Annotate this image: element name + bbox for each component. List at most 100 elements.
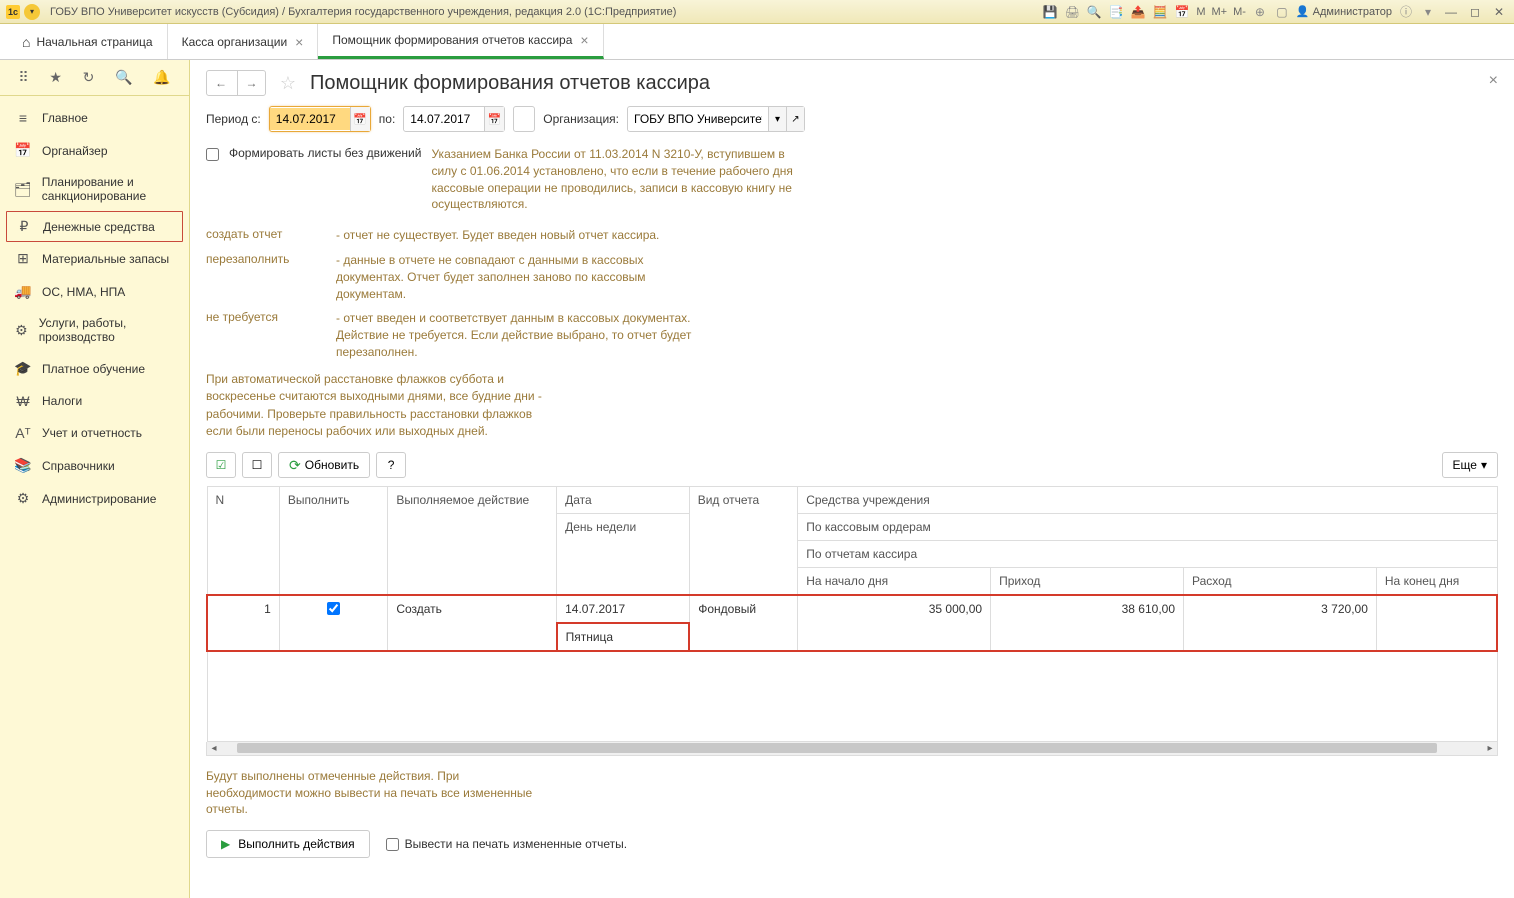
table-row[interactable]: 1 Создать 14.07.2017 Фондовый 35 000,00 … <box>207 595 1497 623</box>
print-changed-check[interactable]: Вывести на печать измененные отчеты. <box>386 837 627 851</box>
save-icon[interactable]: 💾 <box>1042 4 1058 20</box>
star-icon[interactable]: ★ <box>49 69 62 86</box>
graduation-icon: 🎓 <box>14 360 32 377</box>
run-actions-button[interactable]: ▶ Выполнить действия <box>206 830 370 858</box>
history-icon[interactable]: ↻ <box>83 69 95 86</box>
sidebar-item-catalogs[interactable]: 📚 Справочники <box>0 449 189 482</box>
memory-m-minus[interactable]: M- <box>1233 6 1246 18</box>
legend-value: - отчет введен и соответствует данным в … <box>336 310 706 360</box>
user-icon: 👤 <box>1296 5 1310 18</box>
cell-exec[interactable] <box>279 595 388 651</box>
print-changed-checkbox[interactable] <box>386 838 399 851</box>
bell-icon[interactable]: 🔔 <box>153 69 170 86</box>
app-menu-dropdown[interactable]: ▾ <box>24 4 40 20</box>
legend-value: - отчет не существует. Будет введен новы… <box>336 227 659 244</box>
period-to-input[interactable] <box>404 108 484 130</box>
col-n: N <box>207 487 279 596</box>
cell-n: 1 <box>207 595 279 651</box>
cell-income: 38 610,00 <box>991 595 1184 651</box>
dropdown-button[interactable]: ▾ <box>768 107 786 131</box>
close-icon[interactable]: × <box>295 34 303 50</box>
calendar-button[interactable]: 📅 <box>484 107 504 131</box>
sidebar-item-label: Справочники <box>42 459 115 473</box>
sidebar-item-label: Услуги, работы, производство <box>39 316 175 344</box>
search-icon[interactable]: 🔍 <box>115 69 132 86</box>
refresh-button[interactable]: ⟳ Обновить <box>278 452 370 478</box>
close-window-button[interactable]: ✕ <box>1490 4 1508 20</box>
tab-home[interactable]: ⌂ Начальная страница <box>8 24 168 59</box>
nav-buttons: ← → <box>206 70 266 96</box>
calendar-icon[interactable]: 📅 <box>1174 4 1190 20</box>
sidebar-item-materials[interactable]: ⊞ Материальные запасы <box>0 242 189 275</box>
sidebar-item-education[interactable]: 🎓 Платное обучение <box>0 352 189 385</box>
cell-action: Создать <box>388 595 557 651</box>
period-from-input[interactable] <box>270 108 350 130</box>
sidebar-item-organizer[interactable]: 📅 Органайзер <box>0 134 189 167</box>
sidebar-item-planning[interactable]: 🗂 Планирование и санкционирование <box>0 167 189 211</box>
period-picker-button[interactable] <box>513 106 535 132</box>
maximize-button[interactable]: ◻ <box>1466 4 1484 20</box>
col-type: Вид отчета <box>689 487 798 596</box>
sidebar-item-label: Материальные запасы <box>42 252 169 266</box>
close-icon[interactable]: × <box>580 32 588 48</box>
org-input[interactable] <box>628 108 768 130</box>
print-icon[interactable]: 🖨 <box>1064 4 1080 20</box>
sidebar-item-services[interactable]: ⚙ Услуги, работы, производство <box>0 308 189 352</box>
panel-icon[interactable]: ▢ <box>1274 4 1290 20</box>
period-to-field[interactable]: 📅 <box>403 106 505 132</box>
col-by-reports: По отчетам кассира <box>798 541 1497 568</box>
scroll-left-icon[interactable]: ◂ <box>207 743 221 754</box>
sidebar-item-money[interactable]: ₽ Денежные средства <box>6 211 183 242</box>
calendar-button[interactable]: 📅 <box>350 107 370 131</box>
sidebar-item-main[interactable]: ≡ Главное <box>0 102 189 134</box>
sidebar-item-label: Органайзер <box>42 144 108 158</box>
period-from-field[interactable]: 📅 <box>269 106 371 132</box>
window-title: ГОБУ ВПО Университет искусств (Субсидия)… <box>50 6 676 18</box>
footer-note: Будут выполнены отмеченные действия. При… <box>206 768 546 818</box>
memory-m[interactable]: M <box>1196 6 1205 18</box>
play-icon: ▶ <box>221 837 230 851</box>
info-dropdown-icon[interactable]: ▾ <box>1420 4 1436 20</box>
help-button[interactable]: ? <box>376 452 406 478</box>
truck-icon: 🚚 <box>14 283 32 300</box>
grid-icon: ⊞ <box>14 250 32 267</box>
scroll-right-icon[interactable]: ▸ <box>1483 743 1497 754</box>
legend-key: перезаполнить <box>206 252 316 302</box>
minimize-button[interactable]: — <box>1442 4 1460 20</box>
uncheck-all-button[interactable]: ☐ <box>242 452 272 478</box>
compare-icon[interactable]: 📑 <box>1108 4 1124 20</box>
scroll-thumb[interactable] <box>237 743 1437 753</box>
export-icon[interactable]: 📤 <box>1130 4 1146 20</box>
calc-icon[interactable]: 🧮 <box>1152 4 1168 20</box>
user-name: Администратор <box>1313 6 1392 18</box>
check-all-button[interactable]: ☑ <box>206 452 236 478</box>
sidebar-item-assets[interactable]: 🚚 ОС, НМА, НПА <box>0 275 189 308</box>
horizontal-scrollbar[interactable]: ◂ ▸ <box>206 742 1498 756</box>
row-checkbox[interactable] <box>327 602 340 615</box>
tab-cash-org[interactable]: Касса организации × <box>168 24 319 59</box>
org-select[interactable]: ▾ ↗ <box>627 106 805 132</box>
sidebar-item-admin[interactable]: ⚙ Администрирование <box>0 482 189 515</box>
apps-icon[interactable]: ⠿ <box>18 69 28 86</box>
favorite-button[interactable]: ☆ <box>276 71 300 95</box>
content-area: × ← → ☆ Помощник формирования отчетов ка… <box>190 60 1514 898</box>
sidebar-item-accounting[interactable]: Aᵀ Учет и отчетность <box>0 417 189 449</box>
home-icon: ⌂ <box>22 34 30 50</box>
col-end: На конец дня <box>1376 568 1497 596</box>
user-badge[interactable]: 👤 Администратор <box>1296 5 1392 18</box>
form-sheets-checkbox[interactable] <box>206 148 219 161</box>
info-icon[interactable]: ⓘ <box>1398 4 1414 20</box>
open-button[interactable]: ↗ <box>786 107 804 131</box>
cell-type: Фондовый <box>689 595 798 651</box>
nav-forward-button[interactable]: → <box>237 71 265 95</box>
zoom-icon[interactable]: ⊕ <box>1252 4 1268 20</box>
nav-back-button[interactable]: ← <box>207 71 235 95</box>
preview-icon[interactable]: 🔍 <box>1086 4 1102 20</box>
more-button[interactable]: Еще ▾ <box>1442 452 1498 478</box>
tab-cashier-helper[interactable]: Помощник формирования отчетов кассира × <box>318 24 603 59</box>
sidebar-item-taxes[interactable]: ₩ Налоги <box>0 385 189 417</box>
refresh-label: Обновить <box>305 458 359 472</box>
memory-m-plus[interactable]: M+ <box>1212 6 1228 18</box>
close-content-button[interactable]: × <box>1489 72 1498 90</box>
titlebar: 1c ▾ ГОБУ ВПО Университет искусств (Субс… <box>0 0 1514 24</box>
